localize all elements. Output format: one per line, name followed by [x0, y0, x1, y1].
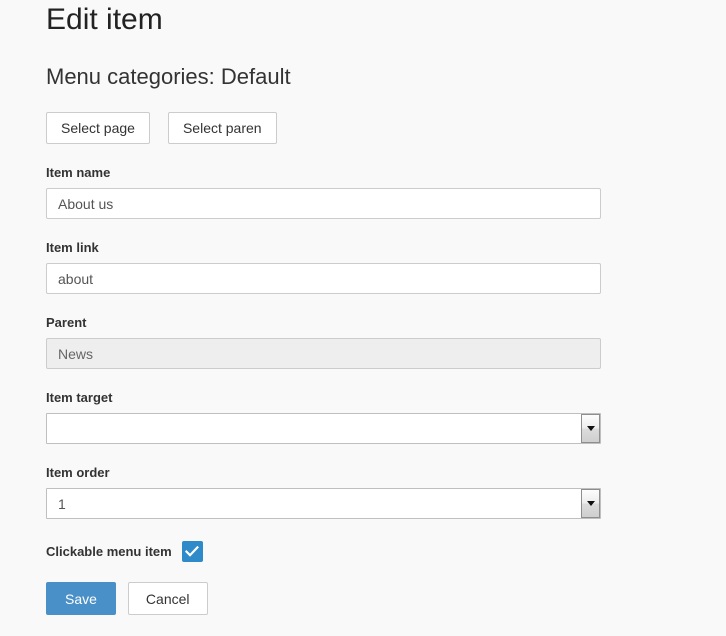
- item-order-label: Item order: [46, 465, 110, 480]
- parent-label: Parent: [46, 315, 87, 330]
- selector-button-row: Select page Select paren: [46, 90, 680, 144]
- page-title: Edit item: [46, 3, 163, 36]
- item-target-dropdown-button[interactable]: [581, 414, 600, 443]
- item-name-label: Item name: [46, 165, 111, 180]
- item-target-select[interactable]: [46, 413, 601, 444]
- item-order-selected-value: 1: [58, 495, 66, 512]
- chevron-down-icon: [586, 501, 595, 506]
- item-name-input[interactable]: [46, 188, 601, 219]
- save-button[interactable]: Save: [46, 582, 116, 615]
- field-item-target: Item target: [46, 369, 680, 444]
- edit-item-page: Edit item Menu categories: Default Selec…: [0, 0, 726, 636]
- field-item-order: Item order 1: [46, 444, 680, 519]
- parent-input: [46, 338, 601, 369]
- chevron-down-icon: [586, 426, 595, 431]
- check-icon: [185, 546, 200, 557]
- cancel-button[interactable]: Cancel: [127, 582, 208, 615]
- field-item-name: Item name: [46, 144, 680, 219]
- field-item-link: Item link: [46, 219, 680, 294]
- form-actions: Save Cancel: [46, 562, 680, 615]
- select-page-button[interactable]: Select page: [46, 112, 150, 144]
- select-parent-button[interactable]: Select paren: [167, 112, 277, 144]
- item-order-select-wrap: 1: [46, 488, 601, 519]
- field-parent: Parent: [46, 294, 680, 369]
- item-link-input[interactable]: [46, 263, 601, 294]
- clickable-menu-item-checkbox[interactable]: [181, 541, 203, 562]
- item-link-label: Item link: [46, 240, 99, 255]
- clickable-menu-item-row: Clickable menu item: [46, 519, 680, 562]
- item-target-label: Item target: [46, 390, 113, 405]
- item-order-dropdown-button[interactable]: [581, 489, 600, 518]
- item-order-select[interactable]: 1: [46, 488, 601, 519]
- menu-categories-subtitle: Menu categories: Default: [46, 64, 291, 89]
- clickable-menu-item-label: Clickable menu item: [46, 543, 172, 559]
- item-target-select-wrap: [46, 413, 601, 444]
